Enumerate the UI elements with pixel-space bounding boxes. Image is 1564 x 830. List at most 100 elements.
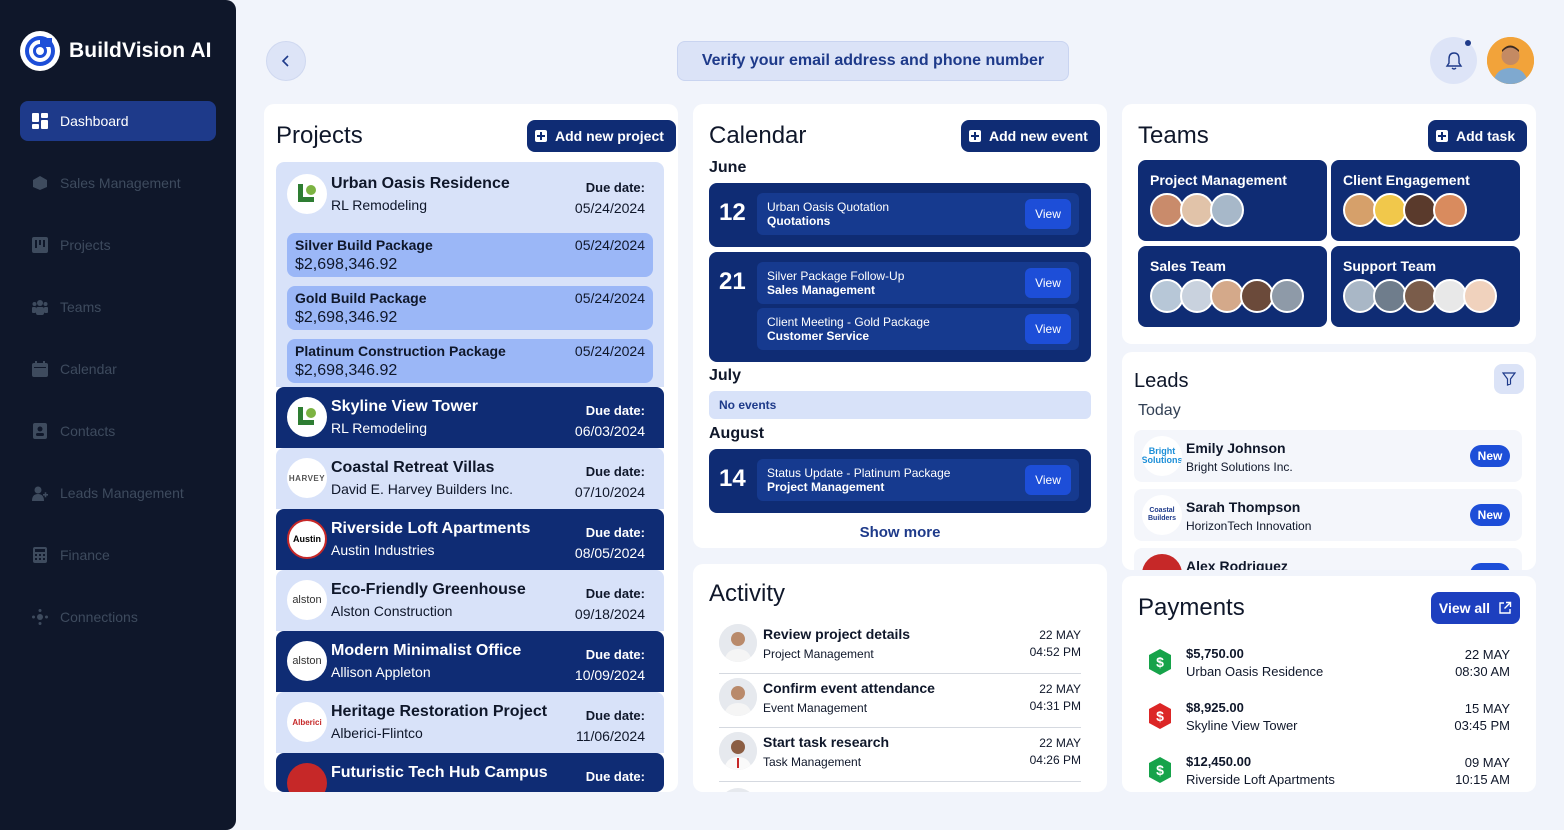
sidebar-item-leads-management[interactable]: Leads Management: [20, 473, 216, 513]
activity-time: 04:31 PM: [1029, 699, 1081, 713]
calendar-event[interactable]: Status Update - Platinum Package Project…: [757, 459, 1079, 501]
company-logo: [287, 763, 327, 792]
activity-datetime: 22 MAY 04:52 PM: [1030, 627, 1081, 661]
activity-avatar: [719, 624, 757, 662]
team-card-client-engagement[interactable]: Client Engagement: [1331, 160, 1520, 241]
payment-item[interactable]: $ $5,750.00 Urban Oasis Residence 22 MAY…: [1148, 640, 1510, 694]
team-card-sales-team[interactable]: Sales Team: [1138, 246, 1327, 327]
payment-item[interactable]: $ $12,450.00 Riverside Loft Apartments 0…: [1148, 748, 1510, 802]
view-all-payments-button[interactable]: View all: [1430, 592, 1520, 624]
project-item[interactable]: alston Modern Minimalist Office Allison A…: [276, 631, 664, 692]
view-event-button[interactable]: View: [1025, 314, 1071, 344]
payment-datetime: 15 MAY 03:45 PM: [1454, 700, 1510, 734]
due-label: Due date:: [585, 403, 645, 418]
member-avatar: [1463, 279, 1497, 313]
project-item[interactable]: Skyline View Tower RL Remodeling Due date…: [276, 387, 664, 448]
activity-item[interactable]: Confirm event attendance Event Managemen…: [719, 674, 1081, 728]
team-card-project-management[interactable]: Project Management: [1138, 160, 1327, 241]
sidebar: BuildVision AI Dashboard Sales Managemen…: [0, 0, 236, 830]
filter-button[interactable]: [1494, 364, 1524, 394]
calendar-event[interactable]: Urban Oasis Quotation Quotations View: [757, 193, 1079, 235]
activity-avatar: [719, 788, 757, 792]
project-item[interactable]: HARVEY Coastal Retreat Villas David E. Ha…: [276, 448, 664, 509]
member-avatar: [1373, 279, 1407, 313]
sidebar-item-teams[interactable]: Teams: [20, 287, 216, 327]
sidebar-item-connections[interactable]: Connections: [20, 597, 216, 637]
person-add-icon: [32, 485, 48, 501]
payment-project: Skyline View Tower: [1186, 718, 1298, 733]
project-item[interactable]: alston Eco-Friendly Greenhouse Alston Con…: [276, 570, 664, 631]
add-task-label: Add task: [1456, 128, 1516, 144]
project-item[interactable]: Alberici Heritage Restoration Project Alb…: [276, 692, 664, 753]
sidebar-item-calendar[interactable]: Calendar: [20, 349, 216, 389]
sidebar-item-dashboard[interactable]: Dashboard: [20, 101, 216, 141]
verify-banner[interactable]: Verify your email address and phone numb…: [677, 41, 1069, 81]
lead-company: Bright Solutions Inc.: [1186, 460, 1293, 474]
lead-item[interactable]: Alex Rodriguez: [1134, 548, 1522, 570]
project-item-expanded[interactable]: Urban Oasis Residence RL Remodeling Due …: [276, 162, 664, 387]
team-members: [1150, 193, 1244, 227]
payment-time: 10:15 AM: [1455, 772, 1510, 787]
add-task-button[interactable]: Add task: [1428, 120, 1528, 152]
leads-card: Leads Today Bright Solutions Emily Johns…: [1122, 352, 1536, 570]
month-label: August: [709, 425, 765, 442]
activity-title-text: Start task research: [763, 734, 890, 750]
view-event-button[interactable]: View: [1025, 268, 1071, 298]
view-event-button[interactable]: View: [1025, 199, 1071, 229]
member-avatar: [1433, 279, 1467, 313]
member-avatar: [1373, 193, 1407, 227]
sidebar-item-contacts[interactable]: Contacts: [20, 411, 216, 451]
sidebar-item-sales-management[interactable]: Sales Management: [20, 163, 216, 203]
payment-datetime: 22 MAY 08:30 AM: [1455, 646, 1510, 680]
add-event-button[interactable]: Add new event: [961, 120, 1100, 152]
activity-avatar: [719, 678, 757, 716]
teams-title: Teams: [1138, 122, 1209, 149]
payment-date: 09 MAY: [1464, 755, 1510, 770]
member-avatar: [1210, 279, 1244, 313]
activity-item[interactable]: Review project details Project Managemen…: [719, 620, 1081, 674]
calendar-event[interactable]: Silver Package Follow-Up Sales Managemen…: [757, 262, 1079, 304]
back-button[interactable]: [266, 41, 306, 81]
notifications-button[interactable]: [1430, 37, 1477, 84]
member-avatar: [1270, 279, 1304, 313]
member-avatar: [1343, 279, 1377, 313]
add-project-button[interactable]: Add new project: [527, 120, 676, 152]
brand-logo[interactable]: BuildVision AI: [20, 31, 212, 71]
view-event-button[interactable]: View: [1025, 465, 1071, 495]
package-item[interactable]: Silver Build Package $2,698,346.92 05/24…: [287, 233, 653, 277]
member-avatar: [1180, 193, 1214, 227]
project-item[interactable]: Futuristic Tech Hub Campus Due date:: [276, 753, 664, 792]
activity-item[interactable]: Start task research Task Management 22 M…: [719, 728, 1081, 782]
member-avatar: [1403, 193, 1437, 227]
sidebar-item-finance[interactable]: Finance: [20, 535, 216, 575]
activity-time: 04:52 PM: [1029, 645, 1081, 659]
dollar-badge-icon: $: [1149, 649, 1171, 675]
member-avatar: [1210, 193, 1244, 227]
payment-item[interactable]: $ $8,925.00 Skyline View Tower 15 MAY 03:…: [1148, 694, 1510, 748]
payment-date: 22 MAY: [1464, 647, 1510, 662]
payment-date: 15 MAY: [1464, 701, 1510, 716]
lead-item[interactable]: Bright Solutions Emily Johnson Bright So…: [1134, 430, 1522, 482]
lead-status-badge: New: [1470, 445, 1510, 467]
event-category: Sales Management: [767, 283, 876, 297]
notification-dot: [1465, 40, 1471, 46]
event-category: Customer Service: [767, 329, 870, 343]
activity-datetime: 22 MAY 04:31 PM: [1030, 681, 1081, 715]
sidebar-item-projects[interactable]: Projects: [20, 225, 216, 265]
user-avatar[interactable]: [1487, 37, 1534, 84]
teams-card: Teams Add task Project Management Client…: [1122, 104, 1536, 344]
member-avatar: [1150, 193, 1184, 227]
due-label: Due date:: [585, 708, 645, 723]
leads-group-label: Today: [1138, 402, 1181, 419]
project-item[interactable]: Austin Riverside Loft Apartments Austin I…: [276, 509, 664, 570]
package-item[interactable]: Gold Build Package $2,698,346.92 05/24/2…: [287, 286, 653, 330]
team-card-support-team[interactable]: Support Team: [1331, 246, 1520, 327]
event-title: Urban Oasis Quotation: [767, 200, 890, 214]
day-number: 21: [719, 268, 746, 295]
calendar-event[interactable]: Client Meeting - Gold Package Customer S…: [757, 308, 1079, 350]
package-item[interactable]: Platinum Construction Package $2,698,346…: [287, 339, 653, 383]
lead-item[interactable]: Coastal Builders Sarah Thompson HorizonT…: [1134, 489, 1522, 541]
leads-title: Leads: [1134, 370, 1189, 392]
activity-time: 04:26 PM: [1029, 753, 1081, 767]
show-more-link[interactable]: Show more: [693, 524, 1107, 541]
